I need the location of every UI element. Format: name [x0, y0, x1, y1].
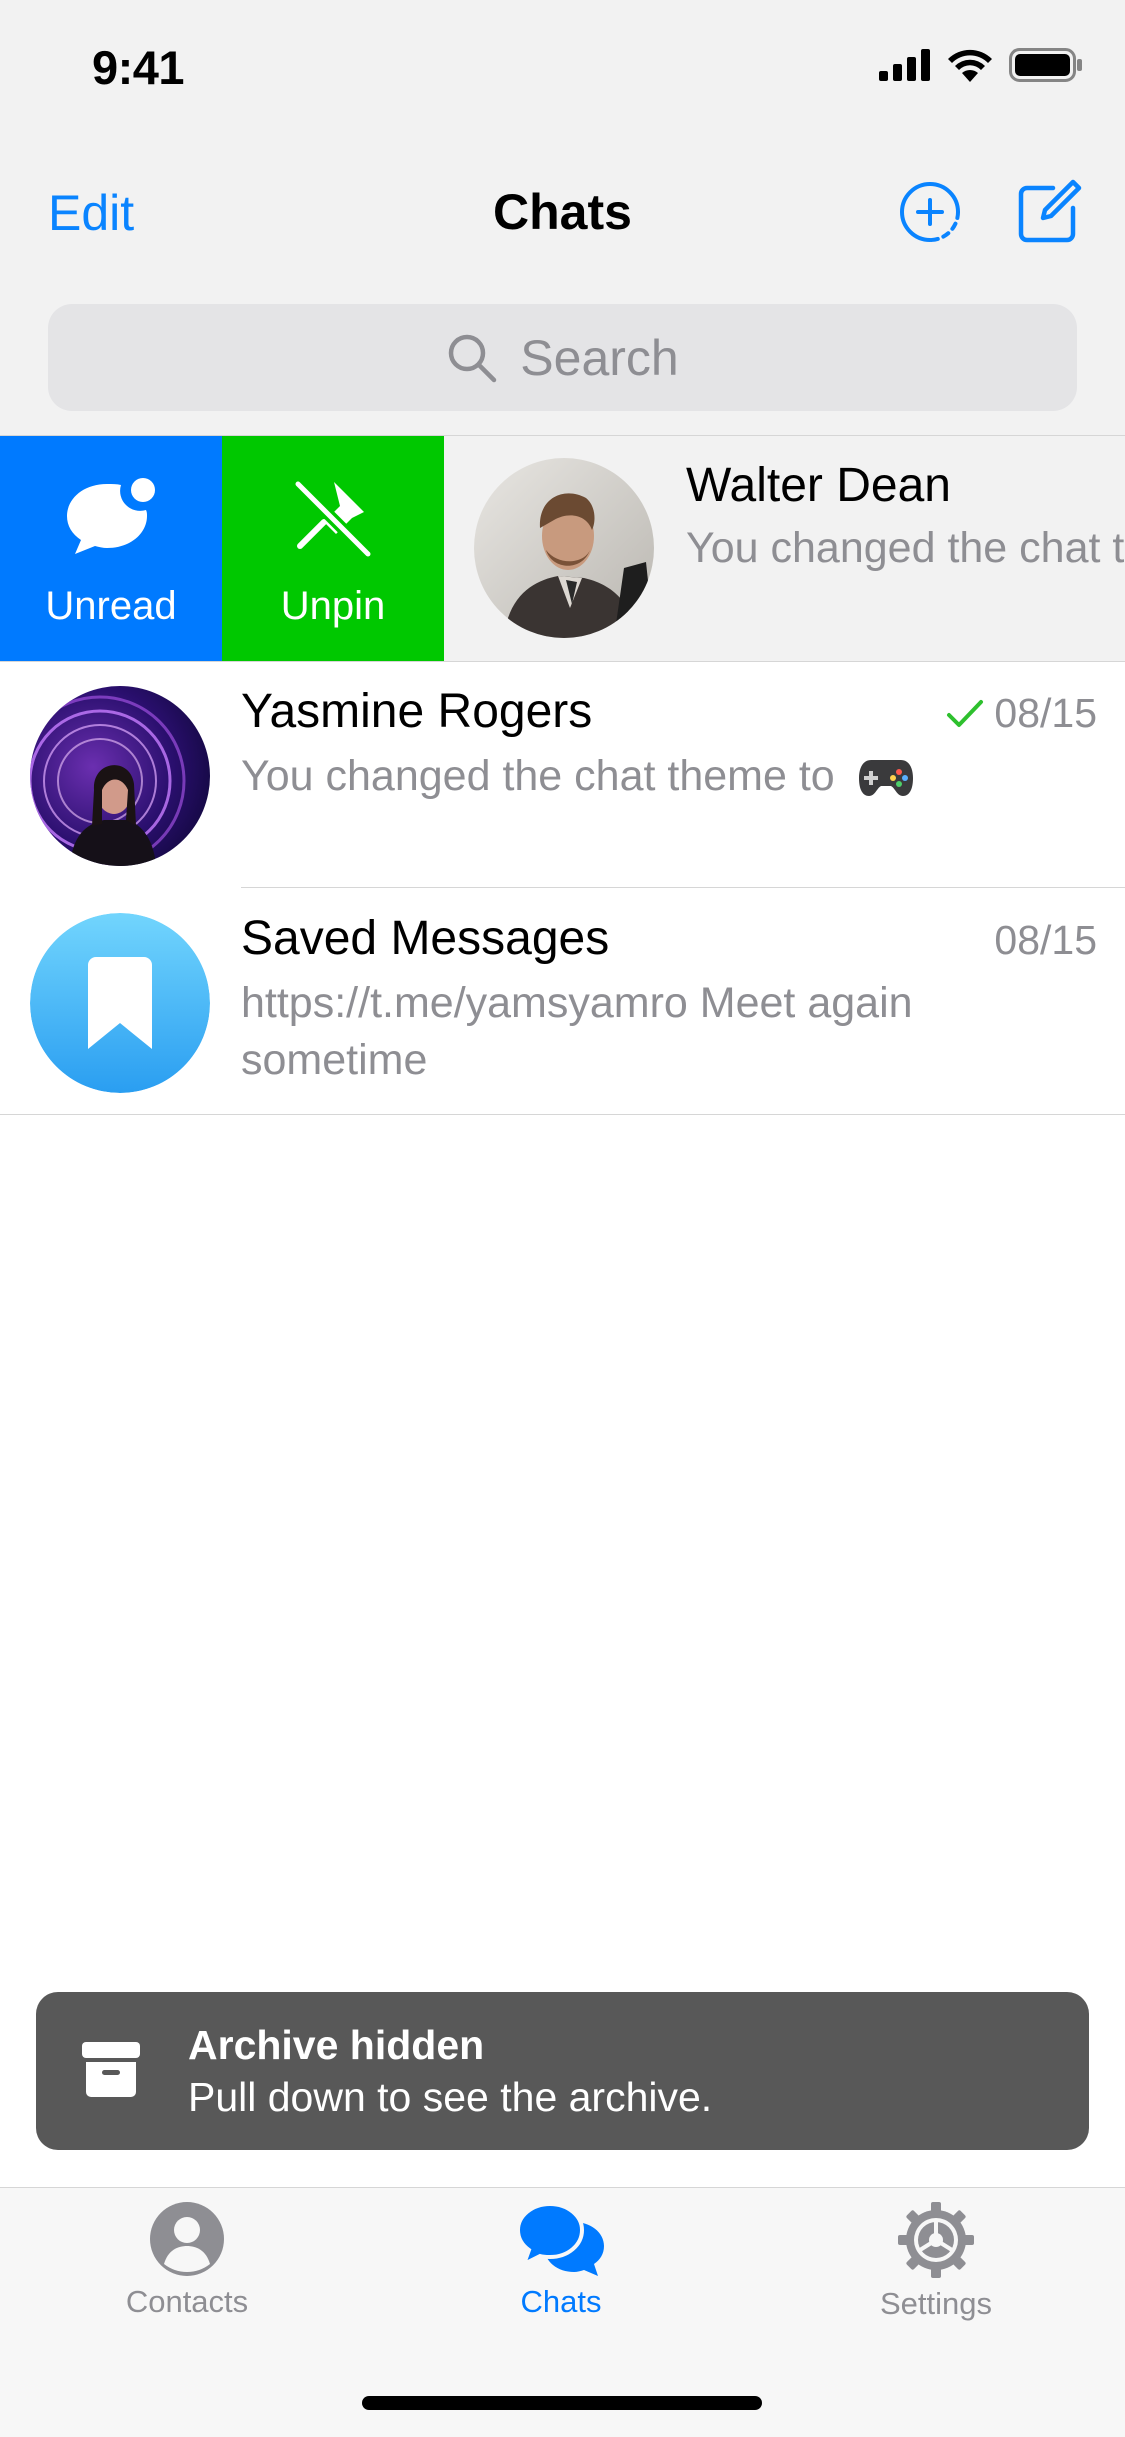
game-controller-icon — [858, 760, 913, 796]
avatar — [30, 686, 210, 866]
status-icons — [879, 48, 1083, 82]
battery-icon — [1009, 48, 1082, 82]
chat-message: You changed the chat theme to — [686, 524, 1125, 572]
top-bar: 9:41 Edit Chats Search — [0, 0, 1125, 436]
chat-row-saved-messages[interactable]: Saved Messages 08/15 https://t.me/yamsya… — [0, 889, 1125, 1115]
search-placeholder: Search — [520, 329, 679, 386]
chat-message: https://t.me/yamsyamro Meet again someti… — [241, 979, 913, 1084]
signal-icon — [879, 49, 930, 81]
unpin-action-label: Unpin — [280, 584, 386, 628]
chat-date-text: 08/15 — [994, 690, 1097, 736]
unread-bubble-icon — [67, 478, 155, 554]
tab-settings[interactable]: Settings — [836, 2188, 1036, 2322]
chat-date: 08/15 — [994, 917, 1097, 964]
chat-message-text: You changed the chat theme to — [241, 752, 835, 800]
home-indicator — [362, 2396, 762, 2410]
divider — [0, 1114, 1125, 1115]
chat-row-yasmine[interactable]: Yasmine Rogers 08/15 You changed the cha… — [0, 662, 1125, 888]
gear-icon — [898, 2202, 974, 2278]
wifi-icon — [948, 49, 992, 82]
unread-action-button[interactable]: Unread — [0, 436, 222, 662]
archive-icon — [82, 2042, 140, 2097]
tab-chats[interactable]: Chats — [461, 2188, 661, 2320]
chat-name: Yasmine Rogers — [241, 685, 593, 738]
tab-label: Settings — [879, 2286, 992, 2321]
avatar — [30, 913, 210, 1093]
search-field[interactable]: Search — [48, 304, 1077, 411]
unread-action-label: Unread — [45, 584, 177, 628]
archive-toast[interactable]: Archive hidden Pull down to see the arch… — [36, 1992, 1089, 2150]
chat-name: Saved Messages — [241, 912, 610, 965]
chats-icon — [516, 2201, 604, 2276]
status-time: 9:41 — [92, 41, 185, 94]
chat-message: You changed the chat theme to — [241, 748, 1001, 805]
compose-button[interactable] — [1015, 178, 1083, 246]
toast-text: Pull down to see the archive. — [188, 2074, 713, 2120]
read-check-icon — [947, 699, 984, 727]
tab-label: Contacts — [125, 2284, 249, 2319]
chat-row-swiped[interactable]: Unread Unpin Walter Dean You changed the… — [0, 436, 1125, 662]
new-group-button[interactable] — [898, 180, 962, 244]
unpin-icon — [292, 478, 374, 560]
person-icon — [150, 2202, 224, 2276]
unpin-action-button[interactable]: Unpin — [222, 436, 444, 662]
tab-contacts[interactable]: Contacts — [87, 2188, 287, 2320]
divider — [241, 887, 1125, 888]
chat-date: 08/15 — [946, 690, 1097, 737]
chat-name: Walter Dean — [686, 459, 951, 512]
tab-label: Chats — [520, 2284, 602, 2319]
search-icon — [449, 334, 497, 382]
avatar — [474, 458, 654, 638]
chat-date-text: 08/15 — [994, 917, 1097, 963]
toast-title: Archive hidden — [188, 2022, 485, 2068]
